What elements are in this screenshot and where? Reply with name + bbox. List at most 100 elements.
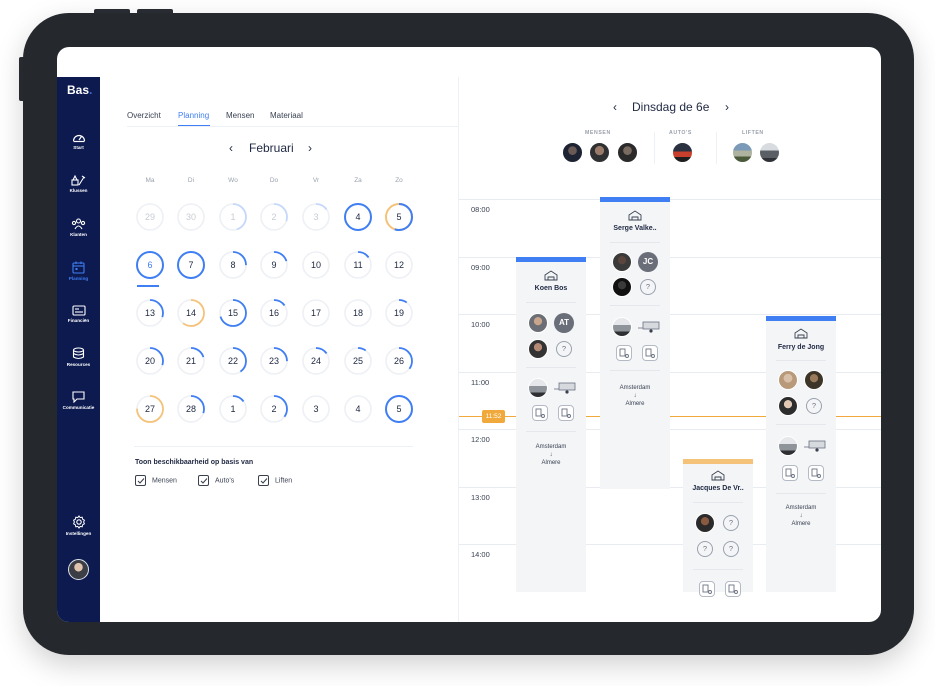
person-avatar[interactable]	[778, 396, 798, 416]
calendar-day[interactable]: 24	[301, 346, 331, 376]
customers-icon	[71, 218, 86, 230]
person-initials-avatar[interactable]: JC	[638, 252, 658, 272]
calendar-day[interactable]: 6	[135, 250, 165, 280]
sidebar-item-planning[interactable]: Planning	[57, 261, 100, 281]
next-day-button[interactable]: ›	[725, 100, 729, 114]
calendar-day[interactable]: 23	[259, 346, 289, 376]
calendar-day[interactable]: 13	[135, 298, 165, 328]
calendar-day[interactable]: 27	[135, 394, 165, 424]
tab-planning[interactable]: Planning	[178, 111, 209, 120]
sidebar-item-financien[interactable]: Financiën	[57, 305, 100, 323]
calendar-day-number: 11	[353, 260, 363, 270]
calendar-day[interactable]: 9	[259, 250, 289, 280]
calendar-day[interactable]: 10	[301, 250, 331, 280]
calendar-day[interactable]: 5	[384, 202, 414, 232]
next-month-button[interactable]: ›	[308, 141, 312, 155]
vehicle-slot-icon[interactable]	[808, 465, 824, 481]
user-avatar[interactable]	[68, 559, 89, 580]
person-avatar[interactable]	[617, 142, 638, 163]
car-avatar[interactable]	[672, 142, 693, 163]
lift-avatar[interactable]	[759, 142, 780, 163]
sidebar-item-start[interactable]: Start	[57, 131, 100, 150]
sidebar-item-klanten[interactable]: Klanten	[57, 218, 100, 237]
invoice-icon	[71, 305, 86, 316]
calendar-day[interactable]: 30	[176, 202, 206, 232]
prev-day-button[interactable]: ‹	[613, 100, 617, 114]
vehicle-slot-icon[interactable]	[725, 581, 741, 597]
vehicle-slot-icon[interactable]	[642, 345, 658, 361]
calendar-day[interactable]: 28	[176, 394, 206, 424]
car-thumbnail[interactable]	[528, 378, 548, 398]
calendar-day[interactable]: 1	[218, 394, 248, 424]
calendar-day[interactable]: 29	[135, 202, 165, 232]
tab-overzicht[interactable]: Overzicht	[127, 111, 161, 120]
calendar-day[interactable]: 12	[384, 250, 414, 280]
checkbox-autos[interactable]: Auto's	[198, 475, 234, 486]
job-card[interactable]: Serge Valke.. JC Amsterdam ↓ Almere	[600, 197, 670, 489]
person-avatar[interactable]	[612, 252, 632, 272]
tab-materiaal[interactable]: Materiaal	[270, 111, 303, 120]
calendar-day[interactable]: 5	[384, 394, 414, 424]
unassigned-person-icon[interactable]	[723, 515, 739, 531]
calendar-day[interactable]: 3	[301, 394, 331, 424]
person-avatar[interactable]	[562, 142, 583, 163]
sidebar-item-instellingen[interactable]: Instellingen	[57, 515, 100, 536]
person-avatar[interactable]	[528, 313, 548, 333]
sidebar-item-label: Resources	[66, 362, 91, 367]
lift-avatar[interactable]	[732, 142, 753, 163]
checkbox-mensen[interactable]: Mensen	[135, 475, 177, 486]
calendar-day[interactable]: 26	[384, 346, 414, 376]
unassigned-person-icon[interactable]	[723, 541, 739, 557]
calendar-day[interactable]: 1	[218, 202, 248, 232]
vehicle-slot-icon[interactable]	[699, 581, 715, 597]
calendar-day[interactable]: 7	[176, 250, 206, 280]
prev-month-button[interactable]: ‹	[229, 141, 233, 155]
calendar-day[interactable]: 19	[384, 298, 414, 328]
job-card[interactable]: Koen Bos AT Amsterdam ↓ Almere	[516, 257, 586, 592]
unassigned-person-icon[interactable]	[697, 541, 713, 557]
sidebar-item-klussen[interactable]: Klussen	[57, 174, 100, 193]
sidebar-item-communicatie[interactable]: Communicatie	[57, 391, 100, 410]
calendar-day-number: 27	[144, 404, 155, 414]
calendar-day[interactable]: 18	[343, 298, 373, 328]
calendar-day[interactable]: 4	[343, 202, 373, 232]
vehicle-slot-icon[interactable]	[558, 405, 574, 421]
calendar-day[interactable]: 3	[301, 202, 331, 232]
calendar-day[interactable]: 17	[301, 298, 331, 328]
sidebar-item-resources[interactable]: Resources	[57, 347, 100, 367]
tools-icon	[71, 174, 86, 186]
unassigned-person-icon[interactable]	[556, 341, 572, 357]
calendar-day[interactable]: 4	[343, 394, 373, 424]
calendar-day[interactable]: 14	[176, 298, 206, 328]
person-initials-avatar[interactable]: AT	[554, 313, 574, 333]
calendar-day[interactable]: 2	[259, 202, 289, 232]
car-thumbnail[interactable]	[778, 436, 798, 456]
app-logo[interactable]: Bas.	[67, 83, 92, 97]
calendar-day[interactable]: 15	[218, 298, 248, 328]
calendar-day[interactable]: 11	[343, 250, 373, 280]
person-avatar[interactable]	[528, 339, 548, 359]
unassigned-person-icon[interactable]	[640, 279, 656, 295]
person-avatar[interactable]	[695, 513, 715, 533]
vehicle-slot-icon[interactable]	[782, 465, 798, 481]
calendar-day[interactable]: 20	[135, 346, 165, 376]
calendar-day[interactable]: 21	[176, 346, 206, 376]
checkbox-liften[interactable]: Liften	[258, 475, 292, 486]
person-avatar[interactable]	[778, 370, 798, 390]
person-avatar[interactable]	[612, 277, 632, 297]
person-avatar[interactable]	[804, 370, 824, 390]
unassigned-person-icon[interactable]	[806, 398, 822, 414]
calendar-day[interactable]: 22	[218, 346, 248, 376]
person-avatar[interactable]	[589, 142, 610, 163]
vehicle-slot-icon[interactable]	[616, 345, 632, 361]
job-card[interactable]: Jacques De Vr..	[683, 459, 753, 597]
car-thumbnail[interactable]	[612, 317, 632, 337]
job-card[interactable]: Ferry de Jong Amsterdam ↓ Almere	[766, 316, 836, 592]
calendar-day[interactable]: 25	[343, 346, 373, 376]
tab-mensen[interactable]: Mensen	[226, 111, 254, 120]
calendar-day[interactable]: 16	[259, 298, 289, 328]
vehicle-slot-icon[interactable]	[532, 405, 548, 421]
calendar-day[interactable]: 8	[218, 250, 248, 280]
sidebar-item-label: Instellingen	[65, 531, 92, 536]
calendar-day[interactable]: 2	[259, 394, 289, 424]
